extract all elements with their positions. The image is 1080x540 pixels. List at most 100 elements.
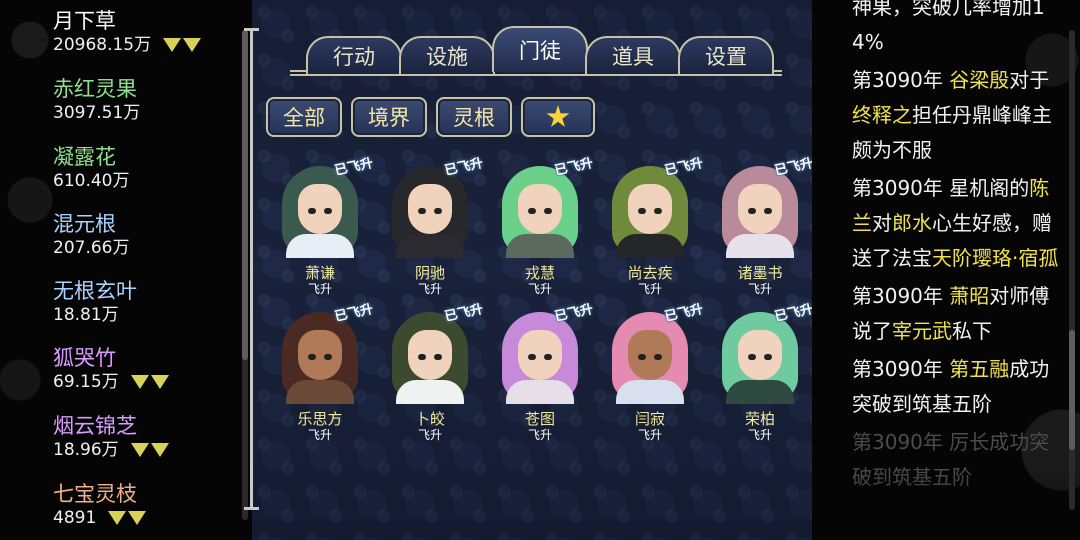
resource-name: 狐哭竹 (53, 346, 116, 370)
decrease-indicator-icon (130, 443, 169, 457)
resource-amount-row: 18.81万 (53, 304, 137, 326)
resource-item[interactable]: 烟云锦芝 18.96万 (53, 413, 169, 461)
filter-label: 全部 (283, 106, 325, 130)
log-entry: 第3090年 厉长成功突破到筑基五阶 (852, 425, 1062, 495)
log-highlight-name: 萧昭 (949, 284, 990, 308)
disciple-card[interactable]: 已飞升 尚去疾 飞升 (598, 156, 705, 302)
resource-amount: 610.40万 (53, 171, 130, 191)
disciple-status: 飞升 (637, 428, 662, 442)
disciple-portrait (496, 162, 584, 258)
tab-label: 设置 (705, 45, 747, 69)
resource-item[interactable]: 混元根 207.66万 (53, 211, 129, 259)
log-highlight-name: 终释之 (852, 103, 912, 127)
disciple-status: 飞升 (747, 282, 772, 296)
log-entry: 第3090年 第五融成功突破到筑基五阶 (852, 352, 1062, 422)
disciple-card[interactable]: 已飞升 萧谦 飞升 (268, 156, 375, 302)
filter-realm-button[interactable]: 境界 (351, 97, 427, 137)
decrease-indicator-icon (130, 375, 169, 389)
log-highlight-name: 天阶璎珞·宿孤 (932, 246, 1059, 270)
log-highlight-name: 郎水 (892, 211, 932, 235)
tab-label: 设施 (426, 45, 468, 69)
resource-name: 赤红灵果 (53, 77, 137, 101)
decrease-indicator-icon (163, 38, 202, 52)
disciple-portrait (716, 308, 804, 404)
resource-amount-row: 18.96万 (53, 439, 169, 461)
resource-amount: 4891 (53, 508, 97, 528)
log-text: 对 (872, 211, 892, 235)
disciple-card[interactable]: 已飞升 苍图 飞升 (488, 302, 595, 448)
disciple-portrait (606, 308, 694, 404)
disciple-portrait (496, 308, 584, 404)
disciple-status: 飞升 (417, 282, 442, 296)
disciple-status: 飞升 (417, 428, 442, 442)
disciple-card[interactable]: 已飞升 乐思方 飞升 (268, 302, 375, 448)
log-text: 对于 (1009, 68, 1050, 92)
resource-item[interactable]: 月下草 20968.15万 (53, 8, 202, 56)
resource-amount-row: 207.66万 (53, 237, 129, 259)
disciple-status: 飞升 (747, 428, 772, 442)
disciple-portrait (276, 308, 364, 404)
tab-label: 门徒 (519, 39, 561, 63)
resource-name: 无根玄叶 (53, 279, 137, 303)
log-text: 第3090年 (852, 68, 950, 92)
disciple-card[interactable]: 已飞升 戎慧 飞升 (488, 156, 595, 302)
resource-amount: 18.96万 (53, 440, 119, 460)
event-log-scrollbar[interactable] (1069, 30, 1075, 510)
resource-item[interactable]: 狐哭竹 69.15万 (53, 345, 169, 393)
tab-disciples[interactable]: 门徒 (492, 26, 588, 72)
disciple-status: 飞升 (527, 428, 552, 442)
resource-name: 月下草 (53, 9, 116, 33)
log-text: 第3090年 星机阁的 (852, 176, 1030, 200)
disciple-status: 飞升 (527, 282, 552, 296)
resource-scrollbar-thumb[interactable] (242, 30, 248, 360)
resource-amount: 69.15万 (53, 372, 119, 392)
filter-spirit-root-button[interactable]: 灵根 (436, 97, 512, 137)
resource-list[interactable]: 月下草 20968.15万 赤红灵果 3097.51万 凝露花 610.40万 混元根 207… (0, 0, 252, 540)
log-entry: 第3090年 萧昭对师傅说了宰元武私下 (852, 279, 1062, 349)
event-log-panel[interactable]: 神果，突破几率增加14% 第3090年 谷梁殷对于终释之担任丹鼎峰峰主颇为不服 第3… (812, 0, 1080, 540)
log-highlight-name: 谷梁殷 (949, 68, 1010, 92)
tab-actions[interactable]: 行动 (306, 36, 402, 74)
log-text: 神果，突破几率增加14% (852, 0, 1045, 54)
log-highlight-name: 宰元武 (892, 319, 952, 343)
disciple-card[interactable]: 已飞升 阴驰 飞升 (378, 156, 485, 302)
disciple-portrait (716, 162, 804, 258)
log-text: 第3090年 (852, 357, 950, 381)
log-entry: 第3090年 谷梁殷对于终释之担任丹鼎峰峰主颇为不服 (852, 63, 1062, 168)
disciple-card[interactable]: 已飞升 诸墨书 飞升 (708, 156, 815, 302)
tab-items[interactable]: 道具 (585, 36, 681, 74)
resource-amount-row: 4891 (53, 507, 147, 529)
resource-item[interactable]: 无根玄叶 18.81万 (53, 278, 137, 326)
disciple-card[interactable]: 已飞升 闫寂 飞升 (598, 302, 705, 448)
resource-amount-row: 69.15万 (53, 371, 169, 393)
resource-amount: 3097.51万 (53, 103, 141, 123)
filter-all-button[interactable]: 全部 (266, 97, 342, 137)
log-text: 第3090年 (852, 284, 950, 308)
filter-label: 灵根 (453, 106, 495, 130)
disciple-status: 飞升 (307, 428, 332, 442)
log-entry: 第3090年 星机阁的陈兰对郎水心生好感，赠送了法宝天阶璎珞·宿孤 (852, 171, 1062, 276)
resource-amount: 18.81万 (53, 305, 119, 325)
resource-item[interactable]: 赤红灵果 3097.51万 (53, 76, 140, 124)
tab-facilities[interactable]: 设施 (399, 36, 495, 74)
event-log-scrollbar-thumb[interactable] (1069, 330, 1075, 450)
resource-item[interactable]: 七宝灵枝 4891 (53, 481, 147, 529)
disciple-portrait (276, 162, 364, 258)
resource-amount: 207.66万 (53, 238, 130, 258)
disciple-card[interactable]: 已飞升 卜皎 飞升 (378, 302, 485, 448)
tab-label: 行动 (333, 45, 375, 69)
resource-name: 混元根 (53, 212, 116, 236)
resource-item[interactable]: 凝露花 610.40万 (53, 144, 129, 192)
resource-name: 七宝灵枝 (53, 482, 137, 506)
tab-label: 道具 (612, 45, 654, 69)
filter-label: 境界 (368, 106, 410, 130)
filter-favorite-button[interactable] (521, 97, 595, 137)
tab-settings[interactable]: 设置 (678, 36, 774, 74)
resource-amount: 20968.15万 (53, 35, 152, 55)
event-log: 神果，突破几率增加14% 第3090年 谷梁殷对于终释之担任丹鼎峰峰主颇为不服 第3… (852, 0, 1062, 498)
disciple-portrait (386, 162, 474, 258)
resource-name: 烟云锦芝 (53, 414, 137, 438)
resource-name: 凝露花 (53, 145, 116, 169)
disciple-card[interactable]: 已飞升 荣柏 飞升 (708, 302, 815, 448)
resource-scrollbar[interactable] (242, 30, 248, 520)
